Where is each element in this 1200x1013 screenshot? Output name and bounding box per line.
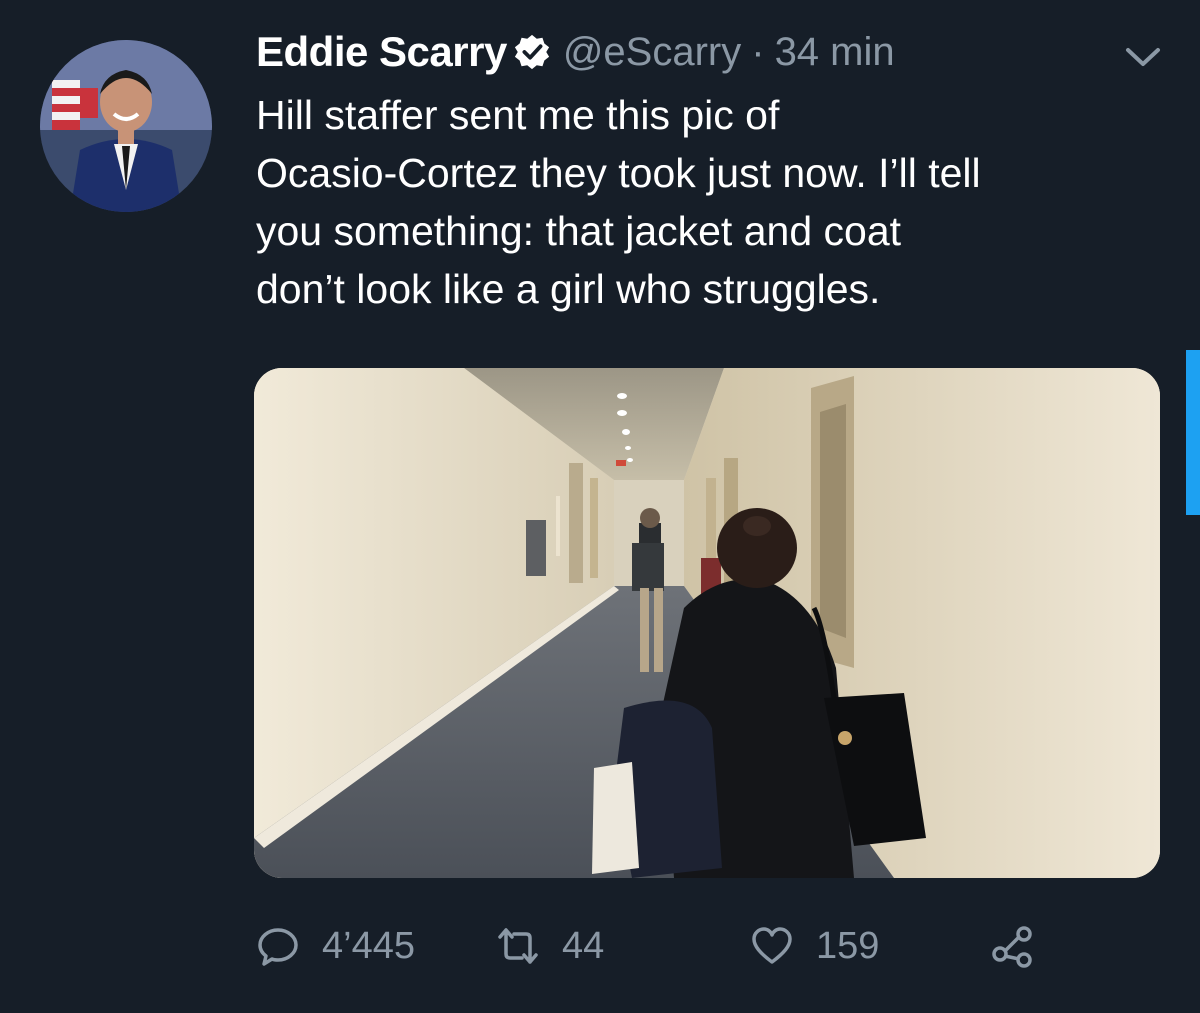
tweet-text-line: you something: that jacket and coat <box>256 208 902 254</box>
tweet-text: Hill staffer sent me this pic of Ocasio-… <box>256 86 1136 318</box>
avatar[interactable] <box>40 40 212 212</box>
retweet-button[interactable]: 44 <box>496 918 604 974</box>
hallway-photo <box>254 368 1160 878</box>
avatar-image <box>40 40 212 212</box>
chevron-down-icon[interactable] <box>1124 44 1162 70</box>
retweet-count: 44 <box>562 924 605 967</box>
like-count: 159 <box>816 924 880 967</box>
author-display-name[interactable]: Eddie Scarry <box>256 28 507 76</box>
tweet-actions: 4’445 44 159 <box>256 918 1156 974</box>
tweet: Eddie Scarry @eScarry · 34 min Hill staf… <box>0 0 1200 1013</box>
scroll-indicator <box>1186 350 1200 515</box>
tweet-timestamp[interactable]: 34 min <box>775 30 895 75</box>
tweet-header: Eddie Scarry @eScarry · 34 min <box>256 22 895 82</box>
author-handle[interactable]: @eScarry <box>563 30 741 75</box>
tweet-text-line: Ocasio-Cortez they took just now. I’ll t… <box>256 150 981 196</box>
reply-count: 4’445 <box>322 924 415 967</box>
tweet-photo[interactable] <box>254 368 1160 878</box>
retweet-icon <box>498 928 538 964</box>
tweet-text-line: don’t look like a girl who struggles. <box>256 266 881 312</box>
like-button[interactable]: 159 <box>750 918 879 974</box>
separator-dot: · <box>751 29 765 74</box>
reply-icon <box>258 928 298 966</box>
heart-icon <box>752 927 792 964</box>
share-button[interactable] <box>990 918 1034 974</box>
reply-button[interactable]: 4’445 <box>256 918 415 974</box>
share-icon <box>992 926 1032 968</box>
tweet-text-line: Hill staffer sent me this pic of <box>256 92 780 138</box>
verified-badge-icon <box>514 34 549 70</box>
